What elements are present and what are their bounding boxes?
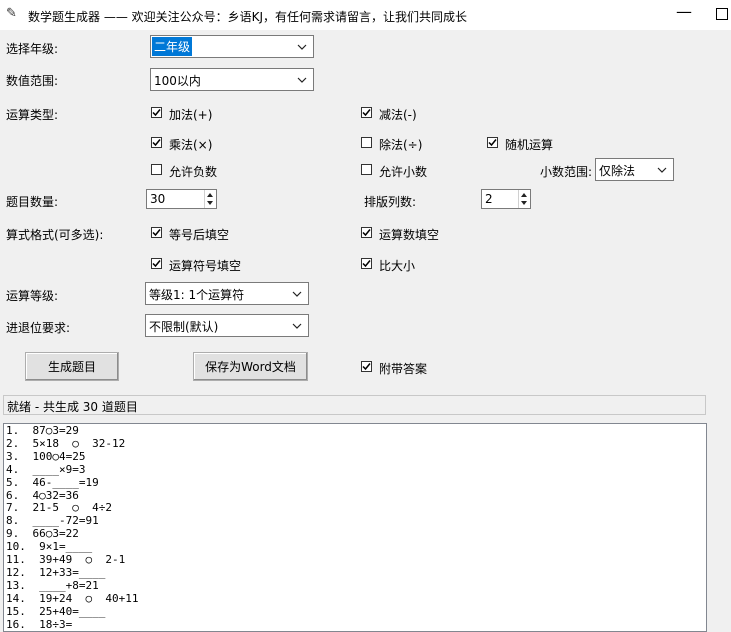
spin-up-icon[interactable]: [207, 193, 213, 197]
random-label: 随机运算: [505, 138, 554, 152]
chevron-down-icon: [297, 77, 307, 83]
minimize-button[interactable]: —: [676, 2, 692, 21]
count-spinbox[interactable]: 30: [146, 189, 217, 209]
checkbox-box[interactable]: [151, 137, 162, 148]
output-line: 15. 25+40=____: [6, 604, 106, 618]
spin-buttons[interactable]: [518, 190, 530, 208]
after-eq-checkbox[interactable]: 等号后填空: [151, 225, 251, 242]
level-label: 运算等级:: [6, 289, 59, 303]
decimal-range-select[interactable]: 仅除法: [595, 158, 674, 181]
decimal-checkbox[interactable]: 允许小数: [361, 162, 451, 179]
maximize-button[interactable]: [716, 8, 728, 20]
chevron-down-icon: [297, 44, 307, 50]
negative-checkbox[interactable]: 允许负数: [151, 162, 241, 179]
generate-button[interactable]: 生成题目: [25, 352, 119, 381]
grade-value: 二年级: [152, 37, 193, 56]
output-line: 3. 100○4=25: [6, 449, 86, 463]
checkbox-box[interactable]: [151, 227, 162, 238]
random-checkbox[interactable]: 随机运算: [487, 135, 577, 152]
output-lines: 1. 87○3=29 2. 5×18 ○ 32-12 3. 100○4=25 4. _…: [6, 424, 139, 631]
level-value: 等级1: 1个运算符: [149, 288, 245, 302]
sub-checkbox[interactable]: 减法(-): [361, 105, 451, 122]
decimal-label: 允许小数: [379, 165, 428, 179]
decimal-range-value: 仅除法: [599, 164, 636, 178]
status-text: 就绪 - 共生成 30 道题目: [7, 400, 138, 414]
operand-label: 运算数填空: [379, 228, 440, 242]
operator-checkbox[interactable]: 运算符号填空: [151, 256, 251, 273]
status-bar: 就绪 - 共生成 30 道题目: [3, 395, 706, 415]
compare-label: 比大小: [379, 259, 416, 273]
level-select[interactable]: 等级1: 1个运算符: [145, 282, 309, 305]
add-checkbox[interactable]: 加法(+): [151, 105, 241, 122]
checkbox-box[interactable]: [361, 164, 372, 175]
div-checkbox[interactable]: 除法(÷): [361, 135, 451, 152]
div-label: 除法(÷): [379, 138, 423, 152]
checkbox-box[interactable]: [361, 107, 372, 118]
count-value: 30: [150, 192, 166, 206]
sub-label: 减法(-): [379, 108, 417, 122]
grade-label: 选择年级:: [6, 42, 59, 56]
decimal-range-label: 小数范围:: [540, 165, 593, 179]
carry-select[interactable]: 不限制(默认): [145, 314, 309, 337]
compare-checkbox[interactable]: 比大小: [361, 256, 461, 273]
checkbox-box[interactable]: [151, 107, 162, 118]
checkbox-box[interactable]: [361, 258, 372, 269]
checkbox-box[interactable]: [151, 164, 162, 175]
range-select[interactable]: 100以内: [150, 68, 314, 91]
output-textarea[interactable]: 1. 87○3=29 2. 5×18 ○ 32-12 3. 100○4=25 4. _…: [3, 423, 707, 632]
output-line: 1. 87○3=29: [6, 424, 79, 437]
spin-up-icon[interactable]: [521, 193, 527, 197]
columns-value: 2: [485, 192, 493, 206]
title-bar: ✎ 数学题生成器 —— 欢迎关注公众号：乡语KJ，有任何需求请留言，让我们共同成…: [0, 0, 731, 30]
operator-label: 运算符号填空: [169, 259, 242, 273]
output-line: 12. 12+33=____: [6, 565, 106, 579]
ops-label: 运算类型:: [6, 108, 59, 122]
format-label: 算式格式(可多选):: [6, 228, 104, 242]
chevron-down-icon: [292, 291, 302, 297]
output-line: 13. ____+8=21: [6, 578, 99, 592]
columns-spinbox[interactable]: 2: [481, 189, 531, 209]
output-line: 16. 18÷3=: [6, 617, 73, 631]
window-title: 数学题生成器 —— 欢迎关注公众号：乡语KJ，有任何需求请留言，让我们共同成长: [28, 10, 468, 24]
range-value: 100以内: [154, 74, 201, 88]
operand-checkbox[interactable]: 运算数填空: [361, 225, 461, 242]
add-label: 加法(+): [169, 108, 213, 122]
feather-icon: ✎: [6, 6, 17, 21]
after-eq-label: 等号后填空: [169, 228, 230, 242]
with-answer-label: 附带答案: [379, 362, 428, 376]
spin-down-icon[interactable]: [207, 201, 213, 205]
spin-down-icon[interactable]: [521, 201, 527, 205]
columns-label: 排版列数:: [364, 195, 417, 209]
count-label: 题目数量:: [6, 195, 59, 209]
chevron-down-icon: [292, 323, 302, 329]
negative-label: 允许负数: [169, 165, 218, 179]
checkbox-box[interactable]: [151, 258, 162, 269]
carry-value: 不限制(默认): [149, 320, 219, 334]
range-label: 数值范围:: [6, 74, 59, 88]
checkbox-box[interactable]: [361, 137, 372, 148]
output-line: 2. 5×18 ○ 32-12: [6, 436, 126, 450]
output-line: 14. 19+24 ○ 40+11: [6, 591, 139, 605]
with-answer-checkbox[interactable]: 附带答案: [361, 359, 461, 376]
carry-label: 进退位要求:: [6, 321, 71, 335]
chevron-down-icon: [657, 167, 667, 173]
output-line: 5. 46-____=19: [6, 475, 99, 489]
spin-buttons[interactable]: [204, 190, 216, 208]
save-word-button[interactable]: 保存为Word文档: [193, 352, 308, 381]
output-line: 4. ____×9=3: [6, 462, 86, 476]
checkbox-box[interactable]: [361, 227, 372, 238]
checkbox-box[interactable]: [361, 361, 372, 372]
scrollbar[interactable]: [708, 423, 731, 632]
mul-label: 乘法(×): [169, 138, 213, 152]
grade-select[interactable]: 二年级: [150, 35, 314, 58]
mul-checkbox[interactable]: 乘法(×): [151, 135, 241, 152]
checkbox-box[interactable]: [487, 137, 498, 148]
